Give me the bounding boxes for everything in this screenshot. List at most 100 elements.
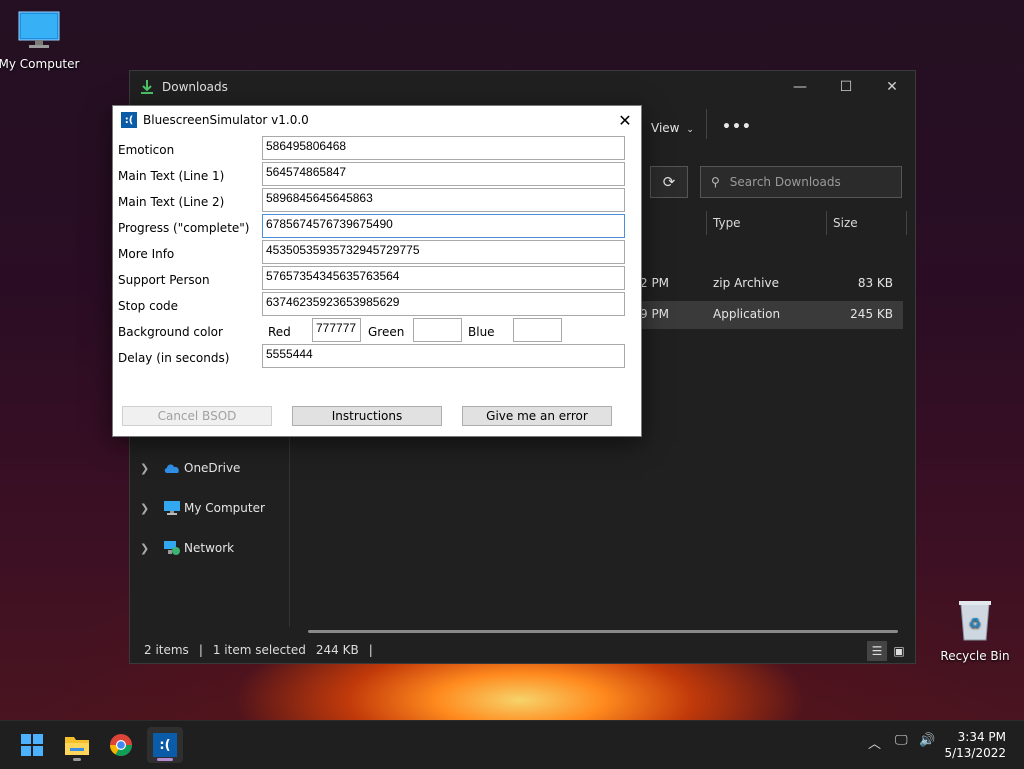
red-label: Red xyxy=(268,325,291,339)
red-input[interactable]: 777777 xyxy=(312,318,361,342)
status-item-count: 2 items xyxy=(144,643,189,657)
recycle-bin-icon: ♻ xyxy=(959,601,991,641)
search-icon: ⚲ xyxy=(711,175,720,189)
more-info-input[interactable]: 45350535935732945729775 xyxy=(262,240,625,264)
taskbar-bluescreen-simulator[interactable]: :( xyxy=(147,727,183,763)
delay-input[interactable]: 5555444 xyxy=(262,344,625,368)
sidebar-item-label: OneDrive xyxy=(184,461,241,475)
main-text-line1-label: Main Text (Line 1) xyxy=(118,169,225,183)
monitor-icon xyxy=(18,11,60,48)
stop-code-label: Stop code xyxy=(118,299,179,313)
main-text-line2-label: Main Text (Line 2) xyxy=(118,195,225,209)
emoticon-input[interactable]: 586495806468 xyxy=(262,136,625,160)
explorer-statusbar: 2 items | 1 item selected 244 KB | xyxy=(144,643,373,657)
search-placeholder: Search Downloads xyxy=(729,175,841,189)
file-type: zip Archive xyxy=(713,276,779,290)
background-color-label: Background color xyxy=(118,325,223,339)
chevron-up-icon[interactable]: ︿ xyxy=(868,733,881,752)
cancel-bsod-button[interactable]: Cancel BSOD xyxy=(122,406,272,426)
main-text-line1-input[interactable]: 564574865847 xyxy=(262,162,625,186)
sidebar-item-label: My Computer xyxy=(184,501,265,515)
file-date: 2 PM xyxy=(640,276,670,290)
column-divider xyxy=(906,211,907,235)
blue-label: Blue xyxy=(468,325,495,339)
desktop-icon-label: Recycle Bin xyxy=(940,649,1010,663)
sidebar-item-label: Network xyxy=(184,541,235,555)
chevron-down-icon: ⌄ xyxy=(686,125,694,135)
close-icon[interactable]: ✕ xyxy=(615,110,635,130)
running-indicator xyxy=(73,758,81,761)
column-divider xyxy=(826,211,827,235)
active-indicator xyxy=(157,758,173,761)
desktop-icon-label: My Computer xyxy=(0,57,80,71)
svg-text:♻: ♻ xyxy=(969,616,982,632)
horizontal-scrollbar[interactable] xyxy=(308,630,898,633)
bluescreen-simulator-dialog: :( BluescreenSimulator v1.0.0 ✕ Emoticon… xyxy=(112,105,642,437)
windows-logo-icon xyxy=(21,734,43,756)
clock-time: 3:34 PM xyxy=(957,730,1006,744)
network-status-icon[interactable]: 🖵 xyxy=(895,733,908,748)
dialog-title: BluescreenSimulator v1.0.0 xyxy=(143,113,309,127)
start-button[interactable] xyxy=(14,727,50,763)
blue-input[interactable] xyxy=(513,318,562,342)
search-input[interactable]: ⚲ Search Downloads xyxy=(700,166,902,198)
clock-date: 5/13/2022 xyxy=(944,746,1006,760)
status-selected: 1 item selected xyxy=(212,643,306,657)
status-separator: | xyxy=(368,643,373,657)
progress-label: Progress ("complete") xyxy=(118,221,250,235)
maximize-icon[interactable]: ☐ xyxy=(823,71,869,103)
refresh-icon[interactable]: ⟳ xyxy=(650,166,688,198)
support-person-input[interactable]: 57657354345635763564 xyxy=(262,266,625,290)
file-size: 245 KB xyxy=(850,307,893,321)
emoticon-label: Emoticon xyxy=(118,143,175,157)
folder-icon xyxy=(65,737,89,755)
taskbar-chrome[interactable] xyxy=(103,727,139,763)
file-type: Application xyxy=(713,307,781,321)
sidebar-item-onedrive[interactable]: ❯ OneDrive xyxy=(140,456,240,480)
chevron-right-icon: ❯ xyxy=(140,541,150,555)
main-text-line2-input[interactable]: 5896845645645863 xyxy=(262,188,625,212)
green-input[interactable] xyxy=(413,318,462,342)
taskbar-file-explorer[interactable] xyxy=(59,727,95,763)
column-divider xyxy=(706,211,707,235)
download-arrow-icon xyxy=(141,80,153,94)
tiles-view-icon[interactable]: ▣ xyxy=(889,641,909,661)
desktop-icon-my-computer[interactable]: My Computer xyxy=(0,10,84,71)
cloud-icon xyxy=(164,464,179,473)
give-error-button[interactable]: Give me an error xyxy=(462,406,612,426)
explorer-title: Downloads xyxy=(162,80,228,94)
app-icon: :( xyxy=(153,733,177,757)
delay-label: Delay (in seconds) xyxy=(118,351,230,365)
file-size: 83 KB xyxy=(857,276,893,290)
chevron-right-icon: ❯ xyxy=(140,501,150,515)
network-icon xyxy=(164,541,180,555)
explorer-window-controls: — ☐ ✕ xyxy=(777,71,915,103)
file-date: 9 PM xyxy=(640,307,670,321)
green-label: Green xyxy=(368,325,405,339)
toolbar-divider xyxy=(706,109,707,139)
column-header-type[interactable]: Type xyxy=(713,216,741,230)
view-mode-buttons: ☰ ▣ xyxy=(867,641,909,661)
instructions-button[interactable]: Instructions xyxy=(292,406,442,426)
taskbar-clock[interactable]: 3:34 PM 5/13/2022 xyxy=(944,729,1006,761)
progress-input[interactable]: 6785674576739675490 xyxy=(262,214,625,238)
monitor-icon xyxy=(164,501,180,515)
close-icon[interactable]: ✕ xyxy=(869,71,915,103)
minimize-icon[interactable]: — xyxy=(777,71,823,103)
column-header-size[interactable]: Size xyxy=(833,216,858,230)
more-info-label: More Info xyxy=(118,247,175,261)
status-size: 244 KB xyxy=(315,643,359,657)
status-separator: | xyxy=(198,643,203,657)
sidebar-divider xyxy=(289,431,290,627)
chrome-icon xyxy=(110,734,132,756)
view-button[interactable]: View ⌄ xyxy=(651,121,694,135)
sidebar-item-network[interactable]: ❯ Network xyxy=(140,536,234,560)
volume-icon[interactable]: 🔊 xyxy=(919,733,935,748)
details-view-icon[interactable]: ☰ xyxy=(867,641,887,661)
stop-code-input[interactable]: 63746235923653985629 xyxy=(262,292,625,316)
taskbar: :( ︿ 🖵 🔊 3:34 PM 5/13/2022 xyxy=(0,720,1024,769)
more-options-icon[interactable]: ••• xyxy=(722,119,752,135)
desktop-icon-recycle-bin[interactable]: ♻ Recycle Bin xyxy=(930,598,1020,663)
sidebar-item-my-computer[interactable]: ❯ My Computer xyxy=(140,496,265,520)
dialog-titlebar[interactable]: :( BluescreenSimulator v1.0.0 ✕ xyxy=(113,106,641,134)
